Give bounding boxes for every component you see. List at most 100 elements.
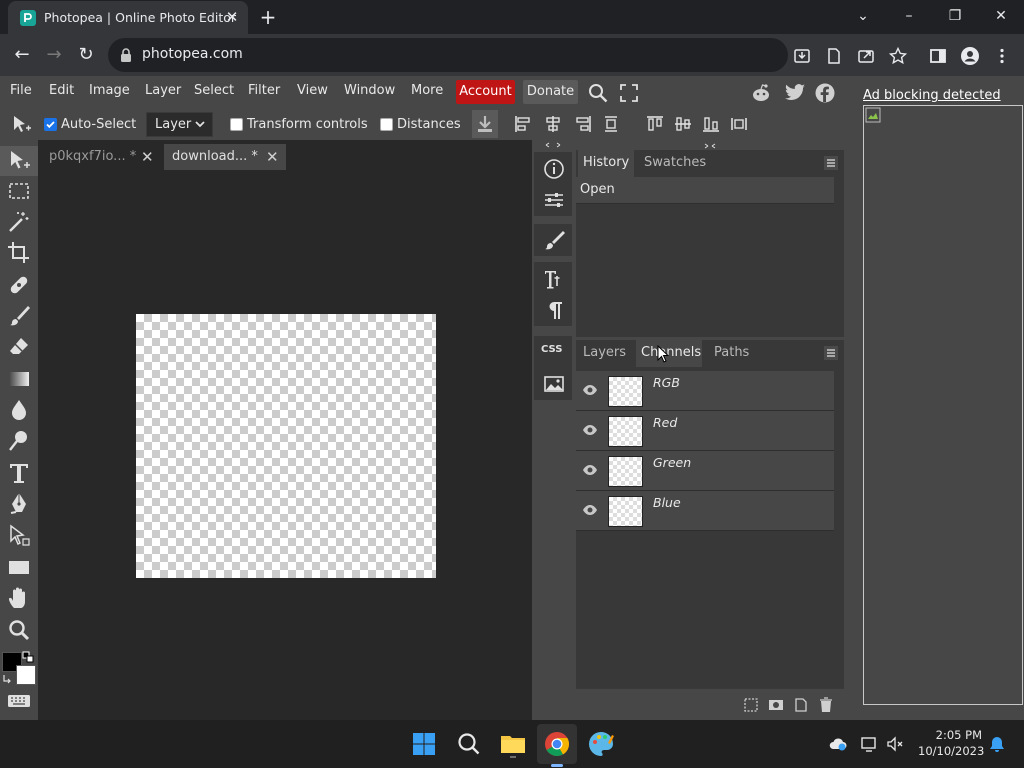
search-icon[interactable] <box>454 729 484 759</box>
hand-tool-icon[interactable] <box>6 586 32 612</box>
keyboard-icon[interactable] <box>6 688 32 714</box>
eye-visibility-icon[interactable] <box>582 384 598 396</box>
auto-select-target-dropdown[interactable]: Layer <box>146 112 213 137</box>
history-item-open[interactable]: Open <box>576 177 834 204</box>
close-window-button[interactable]: ✕ <box>981 4 1021 28</box>
menu-view[interactable]: View <box>297 83 328 98</box>
tab-paths[interactable]: Paths <box>714 345 749 360</box>
weather-cloud-icon[interactable] <box>829 736 847 752</box>
align-right-icon[interactable] <box>573 114 593 134</box>
panel-menu-icon[interactable] <box>824 346 838 360</box>
reddit-icon[interactable] <box>750 82 772 104</box>
channel-row-blue[interactable]: Blue <box>576 491 834 531</box>
align-middle-v-icon[interactable] <box>673 114 693 134</box>
volume-muted-icon[interactable] <box>886 735 904 753</box>
load-selection-icon[interactable] <box>743 697 759 713</box>
eye-visibility-icon[interactable] <box>582 464 598 476</box>
gradient-tool-icon[interactable] <box>6 366 32 392</box>
adjustments-sliders-icon[interactable] <box>543 189 565 211</box>
brush-tool-icon[interactable] <box>6 303 32 329</box>
share-icon[interactable] <box>856 46 876 66</box>
twitter-icon[interactable] <box>784 83 806 103</box>
taskbar-clock[interactable]: 2:05 PM 10/10/2023 <box>918 727 984 759</box>
notification-bell-icon[interactable] <box>988 735 1006 753</box>
close-tab-icon[interactable]: ✕ <box>224 9 240 25</box>
crop-tool-icon[interactable] <box>6 240 32 266</box>
marquee-tool-icon[interactable] <box>6 178 32 204</box>
omnibox[interactable]: photopea.com <box>108 38 788 72</box>
align-left-icon[interactable] <box>513 114 533 134</box>
rectangle-shape-icon[interactable] <box>6 554 32 580</box>
tab-channels[interactable]: Channels <box>641 345 701 360</box>
auto-select-checkbox[interactable] <box>44 118 57 131</box>
type-tool-icon[interactable] <box>6 460 32 486</box>
paragraph-icon[interactable] <box>543 299 565 321</box>
fullscreen-icon[interactable] <box>620 84 638 102</box>
healing-brush-icon[interactable] <box>6 272 32 298</box>
move-tool-icon[interactable] <box>10 114 32 136</box>
save-selection-mask-icon[interactable] <box>768 697 784 713</box>
panel-menu-icon[interactable] <box>824 156 838 170</box>
minimize-button[interactable]: – <box>889 4 929 28</box>
doc-tab-download[interactable]: download... * ✕ <box>164 144 286 170</box>
menu-more[interactable]: More <box>411 83 443 98</box>
facebook-icon[interactable] <box>815 83 835 103</box>
forward-button[interactable]: → <box>42 44 66 66</box>
character-icon[interactable] <box>543 268 565 290</box>
distribute-vertical-icon[interactable] <box>729 114 749 134</box>
menu-window[interactable]: Window <box>344 83 395 98</box>
brush-settings-icon[interactable] <box>543 229 565 251</box>
file-explorer-icon[interactable] <box>498 729 528 759</box>
collapse-arrows-icon[interactable] <box>544 141 562 149</box>
menu-filter[interactable]: Filter <box>248 83 280 98</box>
network-display-icon[interactable] <box>860 735 878 753</box>
account-button[interactable]: Account <box>456 80 515 104</box>
tab-layers[interactable]: Layers <box>583 345 626 360</box>
eraser-tool-icon[interactable] <box>6 334 32 360</box>
doc-tab-p0kqxf7io[interactable]: p0kqxf7io... * ✕ <box>41 144 161 170</box>
kebab-menu-icon[interactable] <box>992 46 1012 66</box>
paint-app-icon[interactable] <box>586 729 616 759</box>
css-icon[interactable]: CSS <box>541 344 562 355</box>
move-tool-icon[interactable] <box>6 148 32 174</box>
ad-blocking-detected-link[interactable]: Ad blocking detected <box>863 88 1001 103</box>
side-panel-icon[interactable] <box>928 46 948 66</box>
document-canvas-transparent[interactable] <box>136 314 436 578</box>
path-select-icon[interactable] <box>6 523 32 549</box>
distribute-horizontal-icon[interactable] <box>601 114 621 134</box>
tab-search-chevron-icon[interactable]: ⌄ <box>843 4 883 28</box>
transform-controls-checkbox[interactable] <box>230 118 243 131</box>
align-top-icon[interactable] <box>645 114 665 134</box>
tab-swatches[interactable]: Swatches <box>644 155 706 170</box>
channel-row-green[interactable]: Green <box>576 451 834 491</box>
channel-row-rgb[interactable]: RGB <box>576 371 834 411</box>
page-icon[interactable] <box>824 46 844 66</box>
bookmark-star-icon[interactable] <box>888 46 908 66</box>
channel-row-red[interactable]: Red <box>576 411 834 451</box>
zoom-tool-icon[interactable] <box>6 617 32 643</box>
default-colors-icon[interactable] <box>22 651 34 663</box>
image-icon[interactable] <box>543 373 565 395</box>
info-icon[interactable] <box>543 158 565 180</box>
pen-tool-icon[interactable] <box>6 491 32 517</box>
eye-visibility-icon[interactable] <box>582 504 598 516</box>
magic-wand-icon[interactable] <box>6 209 32 235</box>
menu-layer[interactable]: Layer <box>145 83 181 98</box>
align-bottom-icon[interactable] <box>701 114 721 134</box>
blur-drop-icon[interactable] <box>6 397 32 423</box>
reload-button[interactable]: ↻ <box>74 44 98 66</box>
install-app-icon[interactable] <box>792 46 812 66</box>
align-center-h-icon[interactable] <box>543 114 563 134</box>
menu-image[interactable]: Image <box>89 83 130 98</box>
distances-checkbox[interactable] <box>380 118 393 131</box>
tab-history[interactable]: History <box>583 155 629 170</box>
menu-file[interactable]: File <box>10 83 32 98</box>
windows-start-icon[interactable] <box>409 729 439 759</box>
swap-colors-icon[interactable] <box>2 673 14 685</box>
chrome-icon[interactable] <box>542 729 572 759</box>
close-icon[interactable]: ✕ <box>141 144 154 170</box>
download-button[interactable] <box>472 110 498 138</box>
trash-icon[interactable] <box>818 697 834 713</box>
search-icon[interactable] <box>587 82 609 104</box>
dodge-tool-icon[interactable] <box>6 428 32 454</box>
